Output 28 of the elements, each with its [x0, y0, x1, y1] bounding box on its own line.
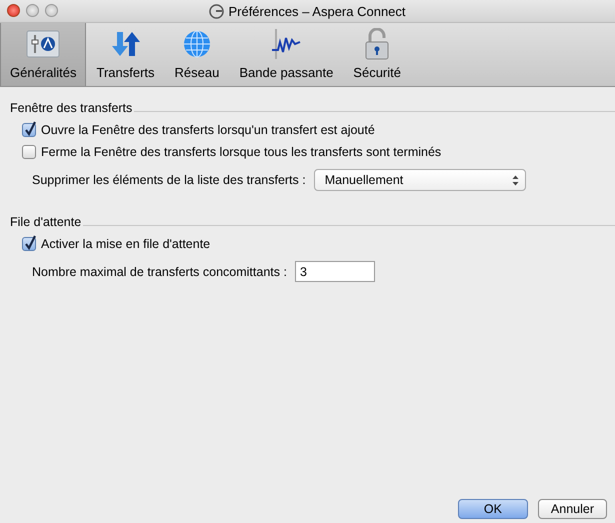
close-button[interactable]: [7, 4, 20, 17]
toolbar-tab[interactable]: Bande passante: [229, 23, 344, 86]
toolbar-tab[interactable]: Sécurité: [343, 23, 411, 86]
cancel-button[interactable]: Annuler: [538, 499, 607, 519]
checkbox[interactable]: [22, 123, 36, 137]
toolbar-tab[interactable]: Réseau: [164, 23, 230, 86]
toolbar-tab[interactable]: Transferts: [86, 23, 165, 86]
checkbox[interactable]: [22, 237, 36, 251]
dropdown[interactable]: Manuellement: [314, 169, 526, 191]
stepper-arrows-icon: [512, 174, 519, 186]
field-label: Supprimer les éléments de la liste des transferts :: [32, 173, 306, 187]
settings-icon: [26, 29, 60, 59]
globe-icon: [182, 29, 212, 59]
ok-button[interactable]: OK: [458, 499, 528, 519]
section-title: Fenêtre des transferts: [10, 101, 132, 115]
field-label: Nombre maximal de transferts concomittants :: [32, 264, 287, 278]
checkbox-label: Ferme la Fenêtre des transferts lorsque tous les transferts sont terminés: [41, 145, 442, 159]
input-field[interactable]: 3: [294, 261, 375, 282]
toolbar-tab[interactable]: Généralités: [0, 23, 86, 86]
app-icon: [209, 4, 224, 18]
checkbox-label: Ouvre la Fenêtre des transferts lorsqu'un transfert est ajouté: [41, 123, 375, 137]
padlock-icon: [364, 28, 390, 60]
signal-graph-icon: [271, 28, 302, 60]
checkbox-label: Activer la mise en file d'attente: [41, 237, 210, 251]
window-title: Préférences – Aspera Connect: [228, 4, 406, 18]
transfer-arrows-icon: [110, 30, 140, 58]
section-title: File d'attente: [10, 215, 82, 229]
checkbox[interactable]: [22, 145, 36, 159]
